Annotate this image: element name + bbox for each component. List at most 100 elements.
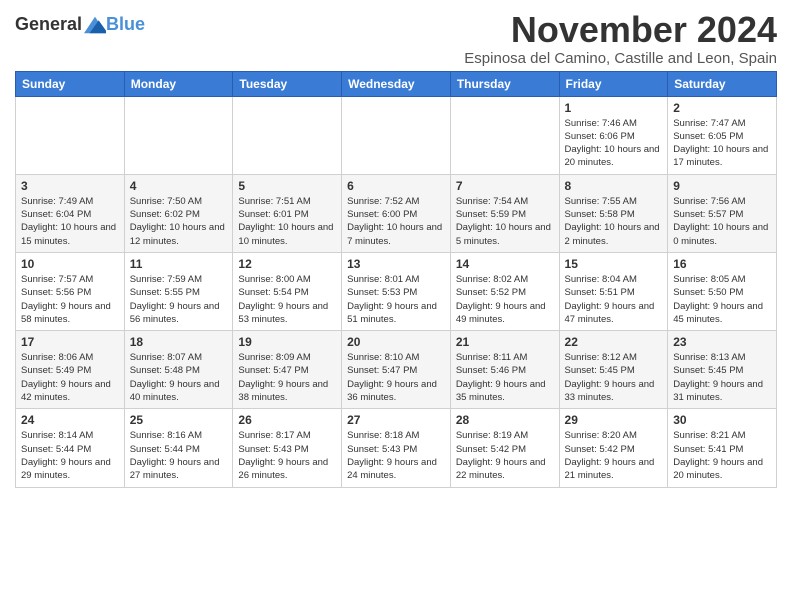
table-row: 24Sunrise: 8:14 AM Sunset: 5:44 PM Dayli… (16, 409, 125, 487)
day-info: Sunrise: 8:05 AM Sunset: 5:50 PM Dayligh… (673, 273, 771, 326)
col-sunday: Sunday (16, 71, 125, 96)
table-row: 17Sunrise: 8:06 AM Sunset: 5:49 PM Dayli… (16, 331, 125, 409)
page-container: GeneralBlue November 2024 Espinosa del C… (0, 0, 792, 498)
day-number: 25 (130, 413, 228, 427)
calendar-header-row: Sunday Monday Tuesday Wednesday Thursday… (16, 71, 777, 96)
day-info: Sunrise: 8:10 AM Sunset: 5:47 PM Dayligh… (347, 351, 445, 404)
day-info: Sunrise: 7:57 AM Sunset: 5:56 PM Dayligh… (21, 273, 119, 326)
day-info: Sunrise: 7:52 AM Sunset: 6:00 PM Dayligh… (347, 195, 445, 248)
col-wednesday: Wednesday (342, 71, 451, 96)
table-row: 5 Sunrise: 7:51 AM Sunset: 6:01 PM Daylig… (233, 174, 342, 252)
day-number: 15 (565, 257, 663, 271)
calendar-week-row: 3Sunrise: 7:49 AM Sunset: 6:04 PM Daylig… (16, 174, 777, 252)
day-number: 18 (130, 335, 228, 349)
calendar-table: Sunday Monday Tuesday Wednesday Thursday… (15, 71, 777, 488)
day-info: Sunrise: 8:20 AM Sunset: 5:42 PM Dayligh… (565, 429, 663, 482)
table-row: 21Sunrise: 8:11 AM Sunset: 5:46 PM Dayli… (450, 331, 559, 409)
day-info: Sunrise: 8:00 AM Sunset: 5:54 PM Dayligh… (238, 273, 336, 326)
day-number: 14 (456, 257, 554, 271)
table-row: 1 Sunrise: 7:46 AM Sunset: 6:06 PM Daylig… (559, 96, 668, 174)
calendar-week-row: 24Sunrise: 8:14 AM Sunset: 5:44 PM Dayli… (16, 409, 777, 487)
day-info: Sunrise: 8:01 AM Sunset: 5:53 PM Dayligh… (347, 273, 445, 326)
day-info: Sunrise: 8:17 AM Sunset: 5:43 PM Dayligh… (238, 429, 336, 482)
table-row: 13Sunrise: 8:01 AM Sunset: 5:53 PM Dayli… (342, 252, 451, 330)
table-row: 6 Sunrise: 7:52 AM Sunset: 6:00 PM Daylig… (342, 174, 451, 252)
col-monday: Monday (124, 71, 233, 96)
day-info: Sunrise: 8:02 AM Sunset: 5:52 PM Dayligh… (456, 273, 554, 326)
subtitle: Espinosa del Camino, Castille and Leon, … (464, 50, 777, 67)
table-row: 3Sunrise: 7:49 AM Sunset: 6:04 PM Daylig… (16, 174, 125, 252)
table-row (342, 96, 451, 174)
day-number: 5 (238, 179, 336, 193)
table-row: 29 Sunrise: 8:20 AM Sunset: 5:42 PM Dayli… (559, 409, 668, 487)
day-info: Sunrise: 8:07 AM Sunset: 5:48 PM Dayligh… (130, 351, 228, 404)
logo: GeneralBlue (15, 14, 145, 35)
day-info: Sunrise: 8:13 AM Sunset: 5:45 PM Dayligh… (673, 351, 771, 404)
logo-icon (84, 16, 106, 34)
table-row: 18 Sunrise: 8:07 AM Sunset: 5:48 PM Dayli… (124, 331, 233, 409)
table-row: 28 Sunrise: 8:19 AM Sunset: 5:42 PM Dayli… (450, 409, 559, 487)
day-number: 8 (565, 179, 663, 193)
table-row: 7 Sunrise: 7:54 AM Sunset: 5:59 PM Daylig… (450, 174, 559, 252)
day-info: Sunrise: 7:59 AM Sunset: 5:55 PM Dayligh… (130, 273, 228, 326)
col-thursday: Thursday (450, 71, 559, 96)
day-number: 21 (456, 335, 554, 349)
day-number: 10 (21, 257, 119, 271)
day-info: Sunrise: 7:54 AM Sunset: 5:59 PM Dayligh… (456, 195, 554, 248)
table-row: 30Sunrise: 8:21 AM Sunset: 5:41 PM Dayli… (668, 409, 777, 487)
table-row (16, 96, 125, 174)
day-info: Sunrise: 8:12 AM Sunset: 5:45 PM Dayligh… (565, 351, 663, 404)
day-info: Sunrise: 8:04 AM Sunset: 5:51 PM Dayligh… (565, 273, 663, 326)
day-number: 7 (456, 179, 554, 193)
day-number: 19 (238, 335, 336, 349)
day-number: 6 (347, 179, 445, 193)
day-number: 28 (456, 413, 554, 427)
table-row: 27Sunrise: 8:18 AM Sunset: 5:43 PM Dayli… (342, 409, 451, 487)
day-info: Sunrise: 8:09 AM Sunset: 5:47 PM Dayligh… (238, 351, 336, 404)
table-row: 26 Sunrise: 8:17 AM Sunset: 5:43 PM Dayli… (233, 409, 342, 487)
day-number: 22 (565, 335, 663, 349)
day-number: 12 (238, 257, 336, 271)
table-row: 12 Sunrise: 8:00 AM Sunset: 5:54 PM Dayli… (233, 252, 342, 330)
day-number: 23 (673, 335, 771, 349)
table-row: 14 Sunrise: 8:02 AM Sunset: 5:52 PM Dayli… (450, 252, 559, 330)
col-saturday: Saturday (668, 71, 777, 96)
day-info: Sunrise: 7:50 AM Sunset: 6:02 PM Dayligh… (130, 195, 228, 248)
day-number: 20 (347, 335, 445, 349)
table-row: 23 Sunrise: 8:13 AM Sunset: 5:45 PM Dayli… (668, 331, 777, 409)
table-row: 4 Sunrise: 7:50 AM Sunset: 6:02 PM Daylig… (124, 174, 233, 252)
table-row (124, 96, 233, 174)
table-row: 2Sunrise: 7:47 AM Sunset: 6:05 PM Daylig… (668, 96, 777, 174)
day-number: 27 (347, 413, 445, 427)
logo-blue-text: Blue (106, 14, 145, 35)
day-number: 26 (238, 413, 336, 427)
col-friday: Friday (559, 71, 668, 96)
day-number: 1 (565, 101, 663, 115)
day-number: 17 (21, 335, 119, 349)
table-row: 16 Sunrise: 8:05 AM Sunset: 5:50 PM Dayli… (668, 252, 777, 330)
day-number: 4 (130, 179, 228, 193)
table-row: 25Sunrise: 8:16 AM Sunset: 5:44 PM Dayli… (124, 409, 233, 487)
calendar-week-row: 10 Sunrise: 7:57 AM Sunset: 5:56 PM Dayli… (16, 252, 777, 330)
table-row: 19 Sunrise: 8:09 AM Sunset: 5:47 PM Dayli… (233, 331, 342, 409)
day-info: Sunrise: 8:14 AM Sunset: 5:44 PM Dayligh… (21, 429, 119, 482)
col-tuesday: Tuesday (233, 71, 342, 96)
day-number: 9 (673, 179, 771, 193)
table-row: 22 Sunrise: 8:12 AM Sunset: 5:45 PM Dayli… (559, 331, 668, 409)
table-row (450, 96, 559, 174)
day-info: Sunrise: 7:55 AM Sunset: 5:58 PM Dayligh… (565, 195, 663, 248)
day-info: Sunrise: 7:47 AM Sunset: 6:05 PM Dayligh… (673, 117, 771, 170)
day-number: 16 (673, 257, 771, 271)
table-row: 10 Sunrise: 7:57 AM Sunset: 5:56 PM Dayli… (16, 252, 125, 330)
day-info: Sunrise: 7:46 AM Sunset: 6:06 PM Dayligh… (565, 117, 663, 170)
table-row: 20 Sunrise: 8:10 AM Sunset: 5:47 PM Dayli… (342, 331, 451, 409)
day-info: Sunrise: 8:19 AM Sunset: 5:42 PM Dayligh… (456, 429, 554, 482)
calendar-week-row: 1 Sunrise: 7:46 AM Sunset: 6:06 PM Daylig… (16, 96, 777, 174)
table-row: 9Sunrise: 7:56 AM Sunset: 5:57 PM Daylig… (668, 174, 777, 252)
table-row: 11Sunrise: 7:59 AM Sunset: 5:55 PM Dayli… (124, 252, 233, 330)
day-info: Sunrise: 7:51 AM Sunset: 6:01 PM Dayligh… (238, 195, 336, 248)
title-block: November 2024 Espinosa del Camino, Casti… (464, 10, 777, 67)
table-row: 8 Sunrise: 7:55 AM Sunset: 5:58 PM Daylig… (559, 174, 668, 252)
day-number: 29 (565, 413, 663, 427)
header: GeneralBlue November 2024 Espinosa del C… (15, 10, 777, 67)
